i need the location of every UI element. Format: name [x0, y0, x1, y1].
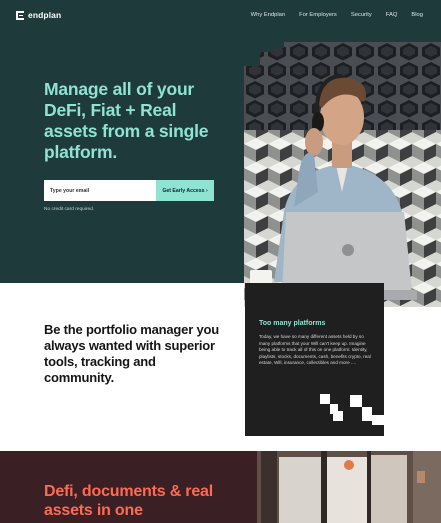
- nav-link-why-endplan[interactable]: Why Endplan: [251, 12, 285, 18]
- pixel-square: [320, 394, 330, 404]
- logo-icon: [16, 10, 24, 20]
- signup-form: Get Early Access ›: [44, 180, 214, 201]
- too-many-platforms-card: Too many platforms Today, we have so man…: [245, 283, 384, 436]
- brand-name: endplan: [28, 10, 62, 20]
- photo-notch: [244, 52, 260, 66]
- pixel-square: [362, 407, 372, 421]
- nav-link-security[interactable]: Security: [351, 12, 372, 18]
- nav-link-for-employers[interactable]: For Employers: [299, 12, 337, 18]
- pixel-square: [372, 415, 384, 425]
- card-body: Today, we have so many different assets …: [259, 334, 371, 365]
- defi-documents-heading: Defi, documents & real assets in one: [44, 483, 213, 519]
- hero-headline: Manage all of your DeFi, Fiat + Real ass…: [44, 79, 209, 162]
- pixel-square: [350, 395, 362, 407]
- pixel-square: [333, 411, 343, 421]
- card-title: Too many platforms: [259, 320, 326, 327]
- hero-photo: [244, 42, 441, 307]
- nav-links: Why Endplan For Employers Security FAQ B…: [251, 12, 423, 18]
- no-credit-card-note: No credit card required.: [44, 207, 95, 212]
- defi-documents-section: Defi, documents & real assets in one: [0, 451, 441, 523]
- email-input[interactable]: [44, 180, 156, 201]
- nav-link-faq[interactable]: FAQ: [386, 12, 398, 18]
- nav-link-blog[interactable]: Blog: [411, 12, 423, 18]
- office-photo: [257, 451, 441, 523]
- photo-notch: [244, 42, 274, 52]
- top-nav: endplan Why Endplan For Employers Securi…: [0, 0, 441, 32]
- hero-photo-illustration: [244, 42, 441, 307]
- brand-logo[interactable]: endplan: [16, 10, 61, 20]
- photo-notch: [274, 42, 284, 48]
- get-early-access-button[interactable]: Get Early Access ›: [156, 180, 214, 201]
- portfolio-manager-heading: Be the portfolio manager you always want…: [44, 322, 219, 385]
